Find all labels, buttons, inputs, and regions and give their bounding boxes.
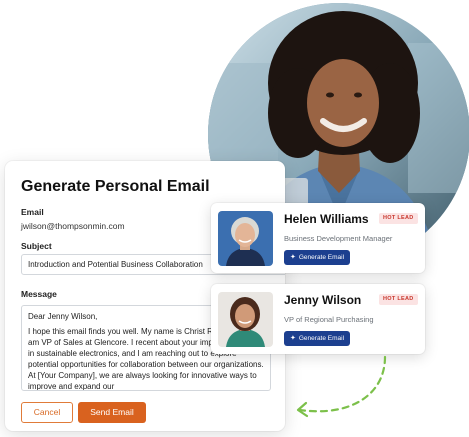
cancel-button[interactable]: Cancel — [21, 402, 73, 423]
lead-title: VP of Regional Purchasing — [284, 315, 374, 324]
hot-lead-badge: HOT LEAD — [379, 294, 418, 305]
lead-card-jenny-wilson: Jenny Wilson HOT LEAD VP of Regional Pur… — [211, 284, 425, 354]
hot-lead-badge: HOT LEAD — [379, 213, 418, 224]
lead-title: Business Development Manager — [284, 234, 393, 243]
generate-email-label: Generate Email — [298, 254, 345, 261]
sparkle-icon: ✦ — [290, 254, 296, 261]
generate-email-label: Generate Email — [298, 335, 345, 342]
avatar — [218, 211, 273, 266]
form-title: Generate Personal Email — [21, 178, 210, 195]
generate-email-button[interactable]: ✦ Generate Email — [284, 331, 351, 346]
lead-card-helen-williams: Helen Williams HOT LEAD Business Develop… — [211, 203, 425, 273]
email-label: Email — [21, 207, 44, 217]
lead-name: Jenny Wilson — [284, 293, 362, 307]
dashed-arrow-icon — [296, 355, 387, 418]
sparkle-icon: ✦ — [290, 335, 296, 342]
avatar — [218, 292, 273, 347]
subject-label: Subject — [21, 241, 52, 251]
avatar-photo — [218, 211, 273, 266]
generate-email-button[interactable]: ✦ Generate Email — [284, 250, 351, 265]
lead-name: Helen Williams — [284, 212, 369, 226]
send-email-button[interactable]: Send Email — [78, 402, 146, 423]
message-label: Message — [21, 289, 57, 299]
avatar-photo — [218, 292, 273, 347]
email-value[interactable]: jwilson@thompsonmin.com — [21, 221, 125, 231]
